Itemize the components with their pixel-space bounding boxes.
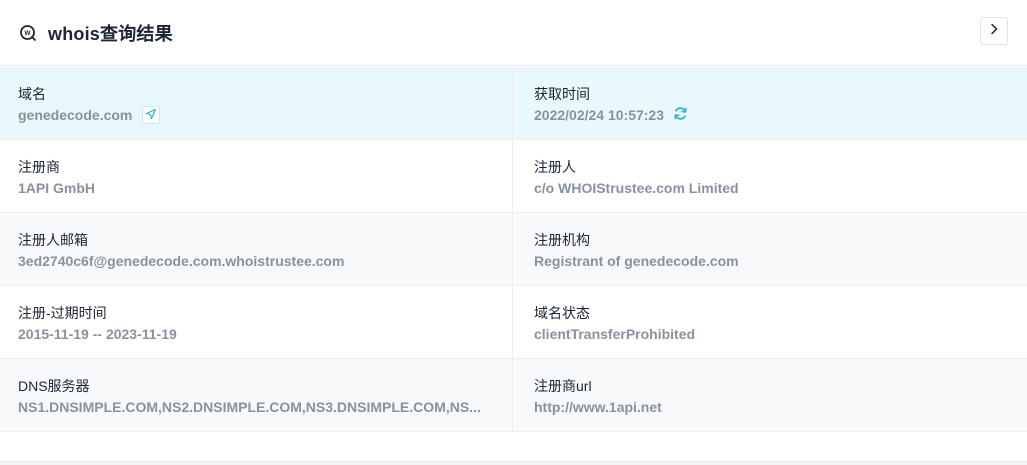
- info-cell-fetch-time: 获取时间 2022/02/24 10:57:23: [513, 67, 1027, 139]
- field-label: 注册人: [534, 159, 576, 175]
- field-value: 2015-11-19 -- 2023-11-19: [18, 326, 177, 342]
- whois-result-card: W whois查询结果 域名 genedecode.com 获取时间 2022/…: [0, 0, 1027, 465]
- field-label: 域名状态: [534, 305, 590, 321]
- field-label: 注册商: [18, 159, 60, 175]
- info-cell-registrar: 注册商 1API GmbH: [0, 140, 513, 212]
- info-cell-registrant: 注册人 c/o WHOIStrustee.com Limited: [513, 140, 1027, 212]
- field-label: 注册机构: [534, 232, 590, 248]
- refresh-button[interactable]: [672, 106, 688, 124]
- field-label: 注册人邮箱: [18, 232, 88, 248]
- field-value: http://www.1api.net: [534, 399, 662, 415]
- expand-button[interactable]: [980, 17, 1008, 45]
- bottom-divider: [0, 461, 1027, 465]
- table-row: 注册商 1API GmbH 注册人 c/o WHOIStrustee.com L…: [0, 140, 1027, 213]
- send-button[interactable]: [142, 106, 161, 124]
- field-value: NS1.DNSIMPLE.COM,NS2.DNSIMPLE.COM,NS3.DN…: [18, 399, 481, 415]
- table-row: 注册人邮箱 3ed2740c6f@genedecode.com.whoistru…: [0, 213, 1027, 286]
- whois-logo-icon: W: [18, 23, 38, 43]
- field-value: genedecode.com: [18, 107, 133, 123]
- refresh-icon: [673, 106, 688, 124]
- field-value: 3ed2740c6f@genedecode.com.whoistrustee.c…: [18, 253, 345, 269]
- table-row: 注册-过期时间 2015-11-19 -- 2023-11-19 域名状态 cl…: [0, 286, 1027, 359]
- field-value: 1API GmbH: [18, 180, 96, 196]
- field-value: c/o WHOIStrustee.com Limited: [534, 180, 739, 196]
- field-label: 注册商url: [534, 378, 592, 394]
- table-row: DNS服务器 NS1.DNSIMPLE.COM,NS2.DNSIMPLE.COM…: [0, 359, 1027, 432]
- svg-text:W: W: [24, 30, 31, 37]
- field-value: clientTransferProhibited: [534, 326, 696, 342]
- info-cell-registrar-url: 注册商url http://www.1api.net: [513, 359, 1027, 431]
- field-label: 注册-过期时间: [18, 305, 107, 321]
- field-value: 2022/02/24 10:57:23: [534, 107, 664, 123]
- field-value: Registrant of genedecode.com: [534, 253, 739, 269]
- card-header: W whois查询结果: [0, 0, 1027, 66]
- info-cell-domain-status: 域名状态 clientTransferProhibited: [513, 286, 1027, 358]
- chevron-right-icon: [989, 22, 999, 40]
- info-cell-registrant-email: 注册人邮箱 3ed2740c6f@genedecode.com.whoistru…: [0, 213, 513, 285]
- info-cell-reg-expiry: 注册-过期时间 2015-11-19 -- 2023-11-19: [0, 286, 513, 358]
- field-label: DNS服务器: [18, 378, 90, 394]
- page-title: whois查询结果: [48, 23, 173, 44]
- info-cell-dns-servers: DNS服务器 NS1.DNSIMPLE.COM,NS2.DNSIMPLE.COM…: [0, 359, 513, 431]
- field-label: 获取时间: [534, 86, 590, 102]
- table-row: 域名 genedecode.com 获取时间 2022/02/24 10:57:…: [0, 67, 1027, 140]
- send-icon: [145, 106, 157, 124]
- info-cell-domain: 域名 genedecode.com: [0, 67, 513, 139]
- info-cell-registrant-org: 注册机构 Registrant of genedecode.com: [513, 213, 1027, 285]
- field-label: 域名: [18, 86, 46, 102]
- whois-info-table: 域名 genedecode.com 获取时间 2022/02/24 10:57:…: [0, 67, 1027, 432]
